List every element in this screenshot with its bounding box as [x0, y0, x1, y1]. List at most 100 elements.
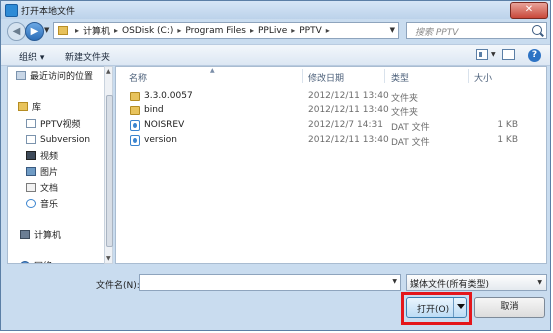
- breadcrumb: ▸ 计算机 ▸ OSDisk (C:) ▸ Program Files ▸ PP…: [71, 23, 334, 38]
- help-icon[interactable]: ?: [528, 49, 541, 62]
- nav-item-libraries[interactable]: 库: [18, 100, 41, 113]
- nav-item-label: 网络: [34, 259, 52, 263]
- column-header-size[interactable]: 大小: [474, 71, 492, 84]
- file-modified: 2012/12/11 13:40: [308, 105, 389, 115]
- file-type-value: 媒体文件(所有类型): [410, 280, 490, 290]
- nav-item-computer[interactable]: 计算机: [20, 228, 61, 241]
- nav-item-label: 库: [32, 103, 42, 113]
- column-header-name[interactable]: 名称: [129, 71, 147, 84]
- dat-file-icon: [130, 135, 140, 146]
- scroll-up-icon[interactable]: ▲: [106, 68, 111, 75]
- address-dropdown-icon[interactable]: ▼: [390, 26, 395, 34]
- command-bar: 组织 ▾ 新建文件夹 ▼ ?: [1, 44, 550, 66]
- crumb-computer[interactable]: 计算机: [83, 24, 110, 37]
- filename-field[interactable]: ▼: [139, 274, 401, 291]
- column-divider[interactable]: [384, 69, 385, 83]
- split-divider: [453, 298, 454, 317]
- dat-file-icon: [130, 120, 140, 131]
- chevron-right-icon[interactable]: ▸: [326, 26, 330, 35]
- change-view-icon[interactable]: [476, 49, 488, 60]
- nav-item-label: PPTV视频: [40, 120, 81, 130]
- library-icon: [18, 102, 28, 111]
- nav-item-label: 文档: [40, 184, 59, 194]
- chevron-right-icon[interactable]: ▸: [177, 26, 181, 35]
- navigation-pane: 最近访问的位置 库 PPTV视频 Subversion 视频 图片 文档 音乐: [7, 66, 107, 264]
- navigation-bar: ◀ ▶ ▼ ▸ 计算机 ▸ OSDisk (C:) ▸ Program File…: [1, 19, 550, 43]
- column-header-type[interactable]: 类型: [391, 71, 409, 84]
- file-row[interactable]: bind 2012/12/11 13:40 文件夹: [116, 104, 546, 118]
- address-bar[interactable]: ▸ 计算机 ▸ OSDisk (C:) ▸ Program Files ▸ PP…: [53, 22, 399, 39]
- filename-history-dropdown-icon[interactable]: ▼: [392, 278, 397, 285]
- search-box[interactable]: 搜索 PPTV: [406, 22, 547, 39]
- documents-icon: [26, 183, 36, 192]
- file-type: 文件夹: [391, 94, 419, 104]
- forward-button[interactable]: ▶: [25, 22, 44, 41]
- organize-menu[interactable]: 组织 ▾: [19, 50, 44, 63]
- nav-item-label: 音乐: [40, 200, 59, 210]
- recent-pages-dropdown[interactable]: ▼: [44, 26, 49, 34]
- computer-icon: [20, 230, 30, 239]
- view-options-dropdown-icon[interactable]: ▼: [491, 51, 496, 58]
- file-row[interactable]: 3.3.0.0057 2012/12/11 13:40 文件夹: [116, 90, 546, 104]
- crumb-osdisk[interactable]: OSDisk (C:): [122, 26, 173, 36]
- scroll-thumb[interactable]: [106, 95, 113, 247]
- file-modified: 2012/12/11 13:40: [308, 91, 389, 101]
- nav-item-videos[interactable]: 视频: [26, 149, 58, 162]
- folder-icon: [130, 92, 140, 101]
- folder-icon: [58, 26, 68, 35]
- nav-item-label: 最近访问的位置: [30, 72, 94, 82]
- title-bar[interactable]: 打开本地文件 ✕: [1, 1, 550, 19]
- column-divider[interactable]: [302, 69, 303, 83]
- subversion-icon: [26, 135, 36, 144]
- folder-icon: [130, 106, 140, 115]
- file-row[interactable]: NOISREV 2012/12/7 14:31 DAT 文件 1 KB: [116, 119, 546, 133]
- file-size: 1 KB: [497, 135, 518, 145]
- nav-item-music[interactable]: 音乐: [26, 197, 58, 210]
- open-button[interactable]: 打开(O): [406, 297, 467, 318]
- crumb-pptv[interactable]: PPTV: [299, 26, 322, 36]
- column-divider[interactable]: [468, 69, 469, 83]
- new-folder-button[interactable]: 新建文件夹: [65, 50, 110, 63]
- nav-item-subversion[interactable]: Subversion: [26, 133, 90, 146]
- nav-item-pictures[interactable]: 图片: [26, 165, 58, 178]
- back-button[interactable]: ◀: [7, 22, 26, 41]
- search-icon[interactable]: [532, 25, 542, 35]
- navigation-scrollbar[interactable]: ▲ ▼: [104, 66, 113, 264]
- crumb-program-files[interactable]: Program Files: [185, 26, 246, 36]
- open-options-dropdown-icon[interactable]: [457, 304, 465, 309]
- open-button-label: 打开(O): [417, 305, 450, 315]
- file-type-select[interactable]: 媒体文件(所有类型) ▼: [406, 274, 547, 291]
- nav-item-recent-places[interactable]: 最近访问的位置: [16, 69, 93, 82]
- file-modified: 2012/12/11 13:40: [308, 135, 389, 145]
- file-name: version: [144, 135, 177, 145]
- cancel-button[interactable]: 取消: [474, 297, 545, 318]
- nav-item-label: 计算机: [34, 231, 62, 241]
- chevron-down-icon[interactable]: ▼: [537, 279, 542, 286]
- video-icon: [26, 151, 36, 160]
- chevron-right-icon[interactable]: ▸: [250, 26, 254, 35]
- close-button[interactable]: ✕: [510, 2, 548, 19]
- file-size: 1 KB: [497, 120, 518, 130]
- scroll-down-icon[interactable]: ▼: [106, 255, 111, 262]
- file-row[interactable]: version 2012/12/11 13:40 DAT 文件 1 KB: [116, 134, 546, 148]
- nav-item-pptv-video[interactable]: PPTV视频: [26, 117, 81, 130]
- recent-places-icon: [16, 71, 26, 80]
- chevron-right-icon[interactable]: ▸: [291, 26, 295, 35]
- network-icon: [20, 261, 30, 263]
- chevron-right-icon[interactable]: ▸: [75, 26, 79, 35]
- nav-item-label: Subversion: [40, 134, 91, 145]
- filename-label: 文件名(N):: [96, 281, 140, 291]
- file-type: DAT 文件: [391, 138, 430, 148]
- file-name: bind: [144, 105, 164, 115]
- crumb-pplive[interactable]: PPLive: [258, 26, 287, 36]
- nav-item-documents[interactable]: 文档: [26, 181, 58, 194]
- window-title: 打开本地文件: [21, 7, 76, 17]
- nav-item-network[interactable]: 网络: [20, 259, 52, 263]
- column-header-modified[interactable]: 修改日期: [308, 71, 344, 84]
- nav-item-label: 视频: [40, 152, 59, 162]
- preview-pane-icon[interactable]: [502, 49, 515, 60]
- pictures-icon: [26, 167, 36, 176]
- chevron-right-icon[interactable]: ▸: [114, 26, 118, 35]
- search-input[interactable]: 搜索 PPTV: [415, 25, 458, 38]
- file-list: ▲ 名称 修改日期 类型 大小 3.3.0.0057 2012/12/11 13…: [115, 66, 547, 264]
